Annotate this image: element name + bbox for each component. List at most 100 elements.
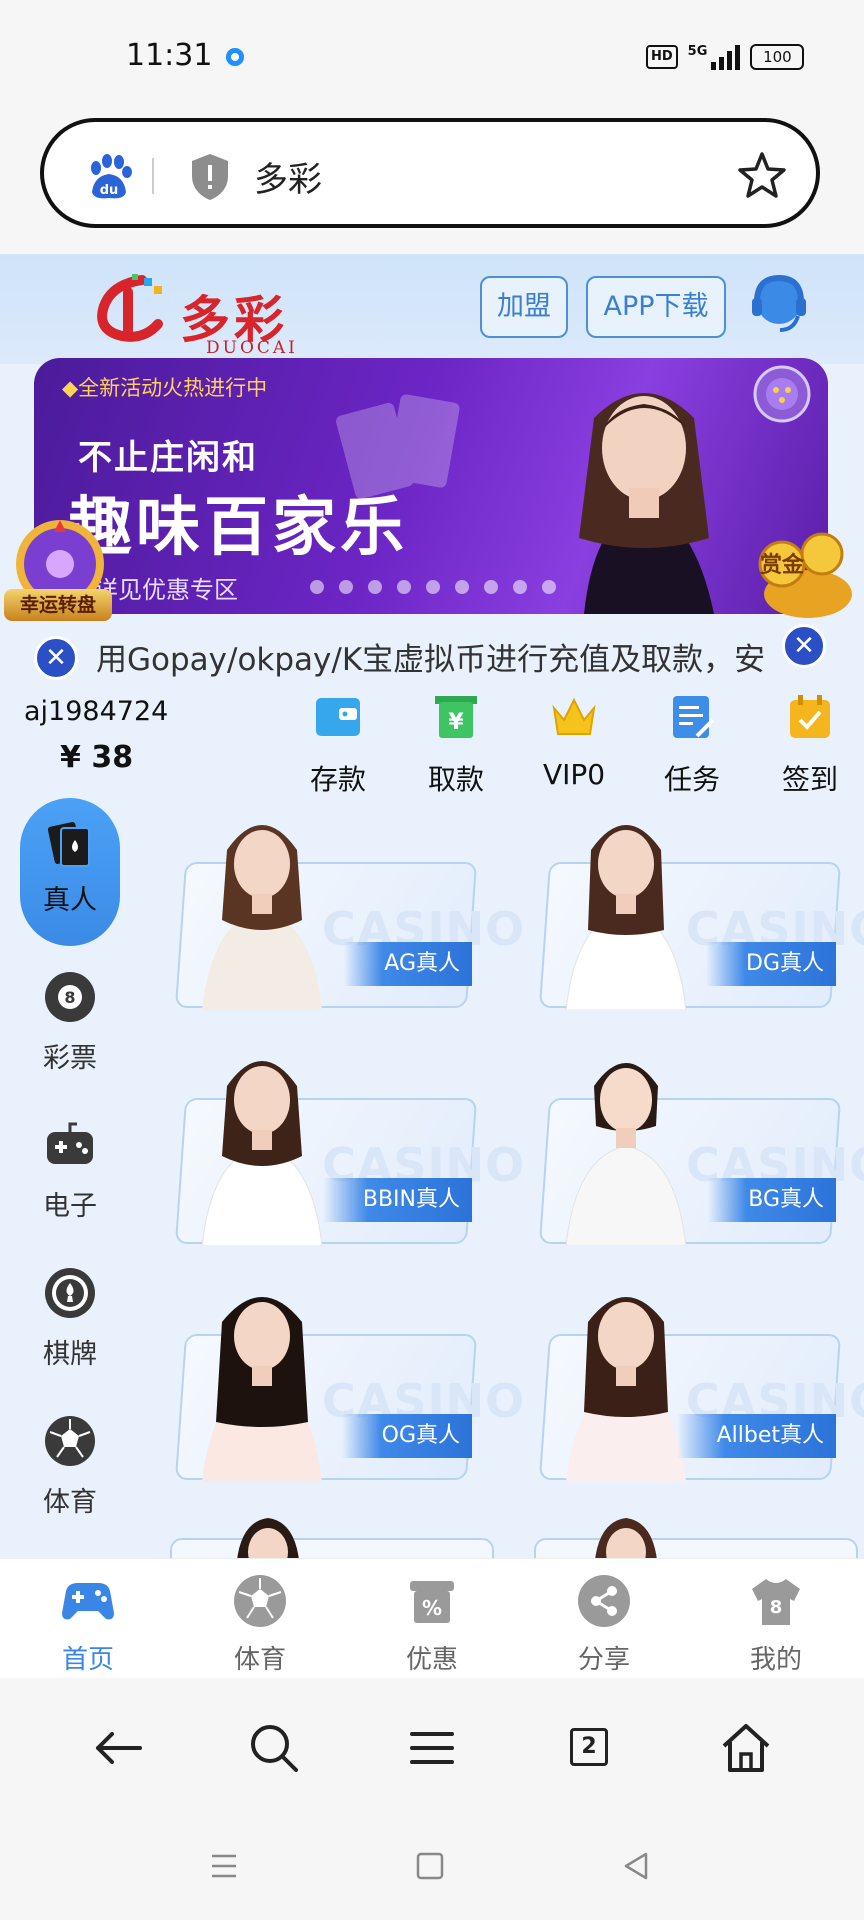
tab-promotions-label: 优惠 — [405, 1645, 458, 1675]
tab-promotions[interactable]: % 优惠 — [372, 1573, 492, 1676]
address-bar[interactable]: du 多彩 — [40, 118, 820, 228]
banner-note: 详见优惠专区 — [94, 576, 238, 604]
status-time: 11:31 — [126, 38, 213, 73]
home-icon[interactable] — [716, 1718, 776, 1778]
category-sports[interactable]: 体育 — [20, 1414, 120, 1519]
announcement-text[interactable]: 用Gopay/okpay/K宝虚拟币进行充值及取款，安 — [96, 634, 796, 679]
browser-toolbar: 2 — [0, 1678, 864, 1816]
menu-icon[interactable] — [402, 1718, 462, 1778]
game-card-model-image — [565, 1063, 687, 1246]
category-lottery-label: 彩票 — [43, 1043, 97, 1074]
game-card-bbin[interactable]: CASINO BBIN真人 — [152, 1061, 524, 1246]
category-chess-label: 棋牌 — [43, 1339, 97, 1370]
game-card-ag[interactable]: CASINO AG真人 — [152, 825, 524, 1010]
wallet-icon — [316, 698, 360, 736]
chip-icon — [753, 365, 811, 423]
game-card-bg[interactable]: CASINO BG真人 — [516, 1063, 864, 1246]
announcement-bar: 用Gopay/okpay/K宝虚拟币进行充值及取款，安 — [0, 624, 864, 684]
recent-apps-icon[interactable] — [204, 1846, 244, 1886]
baidu-paw-icon[interactable]: du — [84, 152, 134, 202]
withdraw-button[interactable]: ¥ 取款 — [406, 692, 506, 798]
network-label: 5G — [687, 43, 708, 59]
category-lottery[interactable]: 8 彩票 — [20, 970, 120, 1075]
shield-icon[interactable] — [188, 152, 232, 202]
promo-banner[interactable]: ◆全新活动火热进行中 不止庄闲和 趣味百家乐 详见优惠专区 — [34, 358, 828, 614]
battery-level: 100 — [763, 48, 792, 66]
signal-icon — [711, 44, 741, 70]
tab-share[interactable]: 分享 — [544, 1573, 664, 1676]
checkin-icon — [790, 695, 830, 738]
bonus-gold-icon[interactable]: 赏金 — [752, 524, 858, 624]
close-left-icon[interactable]: ✕ — [34, 636, 78, 680]
category-sports-label: 体育 — [43, 1487, 97, 1518]
bookmark-star-icon[interactable] — [736, 150, 788, 202]
logo-subtext: DUOCAI — [206, 338, 298, 358]
task-label: 任务 — [663, 763, 720, 796]
task-icon — [673, 696, 715, 738]
tabs-button[interactable]: 2 — [560, 1718, 620, 1778]
status-indicators: HD 5G 100 — [646, 40, 805, 74]
vip-label: VIP0 — [542, 758, 606, 791]
tab-home[interactable]: 首页 — [28, 1573, 148, 1676]
customer-service-icon[interactable] — [748, 272, 810, 338]
gamepad-icon — [47, 1122, 93, 1164]
game-card-label: OG真人 — [341, 1414, 472, 1458]
banner-subtitle: ◆全新活动火热进行中 — [62, 376, 268, 400]
search-icon[interactable] — [244, 1718, 304, 1778]
game-card-dg[interactable]: CASINO DG真人 — [516, 825, 864, 1010]
vip-button[interactable]: VIP0 — [524, 692, 624, 791]
discount-icon: % — [410, 1581, 454, 1623]
gamepad-icon — [62, 1583, 114, 1620]
tab-sports-label: 体育 — [233, 1645, 286, 1675]
category-electronic-label: 电子 — [43, 1191, 97, 1222]
back-arrow-icon[interactable] — [88, 1718, 148, 1778]
checkin-label: 签到 — [781, 763, 838, 796]
duocai-logo-icon[interactable] — [82, 274, 172, 350]
game-card-model-image — [202, 825, 322, 1010]
category-live-label: 真人 — [43, 885, 97, 916]
withdraw-label: 取款 — [427, 763, 484, 796]
category-chess-cards[interactable]: 棋牌 — [20, 1266, 120, 1371]
username: aj1984724 — [24, 696, 169, 727]
svg-text:du: du — [100, 183, 119, 198]
game-card-model-image — [201, 1061, 323, 1246]
category-live[interactable]: 真人 — [20, 798, 120, 946]
lucky-wheel-label[interactable]: 幸运转盘 — [4, 589, 112, 621]
tab-mine[interactable]: 8 我的 — [716, 1573, 836, 1676]
back-nav-icon[interactable] — [616, 1846, 656, 1886]
checkin-button[interactable]: 签到 — [760, 692, 860, 798]
banner-pagination[interactable] — [310, 580, 556, 594]
svg-text:%: % — [422, 1596, 442, 1620]
game-card-allbet[interactable]: CASINO Allbet真人 — [516, 1297, 864, 1482]
game-card-model-image — [202, 1297, 322, 1482]
join-button[interactable]: 加盟 — [480, 276, 568, 338]
tab-mine-label: 我的 — [749, 1645, 802, 1675]
soccer-ball-icon — [234, 1575, 286, 1627]
shirt-icon: 8 — [752, 1579, 800, 1625]
task-button[interactable]: 任务 — [642, 692, 742, 798]
svg-text:¥: ¥ — [448, 710, 464, 735]
address-text[interactable]: 多彩 — [254, 152, 322, 201]
tab-count: 2 — [570, 1728, 608, 1766]
cards-icon — [47, 822, 90, 867]
close-right-icon[interactable]: ✕ — [782, 624, 826, 668]
tab-home-label: 首页 — [61, 1645, 114, 1675]
deposit-label: 存款 — [309, 763, 366, 796]
soccer-ball-icon — [45, 1416, 95, 1466]
home-nav-icon[interactable] — [410, 1846, 450, 1886]
game-card-model-image — [565, 825, 687, 1010]
battery-icon: 100 — [750, 44, 805, 70]
category-electronic[interactable]: 电子 — [20, 1118, 120, 1223]
lottery-ball-icon: 8 — [45, 972, 95, 1022]
game-card-og[interactable]: CASINO OG真人 — [152, 1297, 524, 1482]
deposit-button[interactable]: 存款 — [288, 692, 388, 798]
app-download-button[interactable]: APP下载 — [586, 276, 726, 338]
share-icon — [578, 1575, 630, 1627]
status-bar: 11:31 HD 5G 100 — [0, 0, 864, 110]
banner-headline-2: 趣味百家乐 — [68, 490, 408, 565]
hd-icon: HD — [646, 45, 678, 69]
web-content: 多彩 DUOCAI 加盟 APP下载 ◆全新活动火热进行中 不止庄闲和 趣味百家… — [0, 254, 864, 1678]
crown-icon — [552, 697, 596, 735]
tab-sports[interactable]: 体育 — [200, 1573, 320, 1676]
game-card-label: Allbet真人 — [676, 1414, 836, 1458]
